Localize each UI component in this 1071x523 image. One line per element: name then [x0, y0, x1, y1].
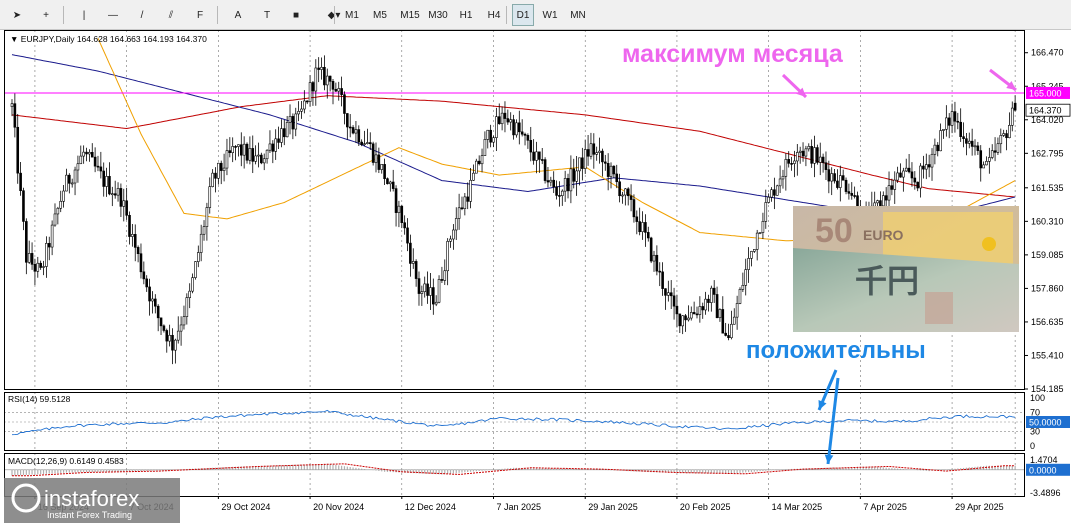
candle	[386, 177, 389, 185]
rsi-title: RSI(14) 59.5128	[8, 394, 71, 404]
cursor-tool-button[interactable]: ➤	[6, 4, 28, 26]
timeframe-h4-button[interactable]: H4	[482, 4, 506, 26]
symbol-title: ▼ EURJPY,Daily 164.628 164.663 164.193 1…	[10, 34, 207, 44]
date-tick-label: 14 Mar 2025	[772, 502, 823, 512]
price-tick-label: 161.535	[1031, 183, 1064, 193]
chart-area[interactable]: 50 EURO 千円 ▼ EURJPY,Daily 164.628 164.663 …	[0, 30, 1071, 523]
macd-title: MACD(12,26,9) 0.6149 0.4583	[8, 456, 124, 466]
timeframe-mn-button[interactable]: MN	[566, 4, 590, 26]
eur-jpy-banknotes-photo: 50 EURO 千円	[793, 206, 1019, 332]
price-tick-label: 157.860	[1031, 283, 1064, 293]
price-tick-label: 162.795	[1031, 148, 1064, 158]
timeframe-m1-button[interactable]: M1	[340, 4, 364, 26]
price-tick-label: 155.410	[1031, 350, 1064, 360]
monthly-high-annotation: максимум месяца	[622, 40, 844, 68]
candle	[844, 177, 848, 195]
horizontal-line-tool-button[interactable]: —	[102, 4, 124, 26]
candle	[371, 141, 375, 166]
timeframe-m15-button[interactable]: M15	[396, 4, 424, 26]
macd-tick-label: 1.4704	[1030, 455, 1058, 465]
instaforex-logo: instaforexInstant Forex Trading	[4, 478, 180, 523]
macd-tick-label: 0.0000	[1029, 465, 1057, 475]
candle	[475, 158, 478, 174]
toolbar-separator	[506, 6, 507, 24]
trendline-tool-button[interactable]: /	[131, 4, 153, 26]
candle	[437, 275, 441, 304]
current-price-label: 164.370	[1029, 106, 1062, 116]
date-tick-label: 20 Nov 2024	[313, 502, 364, 512]
positive-annotation: положительны	[746, 337, 926, 364]
level-165-label: 165.000	[1029, 88, 1062, 98]
candle	[738, 287, 742, 305]
date-tick-label: 12 Dec 2024	[405, 502, 456, 512]
timeframe-w1-button[interactable]: W1	[538, 4, 562, 26]
fibonacci-tool-button[interactable]: F	[189, 4, 211, 26]
euro-value-text: 50	[815, 212, 853, 250]
toolbar-separator	[217, 6, 218, 24]
price-tick-label: 160.310	[1031, 216, 1064, 226]
candle	[816, 144, 819, 165]
candle	[649, 236, 653, 264]
price-tick-label: 166.470	[1031, 48, 1064, 58]
euro-word-text: EURO	[863, 227, 904, 243]
toolbar: ➤+|—/⫽FAT■◆▾ M1M5M15M30H1H4D1W1MN	[0, 0, 1071, 30]
date-tick-label: 29 Jan 2025	[588, 502, 638, 512]
candle	[194, 261, 197, 280]
price-tick-label: 159.085	[1031, 250, 1064, 260]
candle	[775, 184, 779, 196]
timeframe-m5-button[interactable]: M5	[368, 4, 392, 26]
date-tick-label: 7 Jan 2025	[497, 502, 542, 512]
toolbar-separator	[63, 6, 64, 24]
rsi-tick-label: 100	[1030, 393, 1045, 403]
date-tick-label: 29 Apr 2025	[955, 502, 1004, 512]
timeframe-h1-button[interactable]: H1	[454, 4, 478, 26]
macd-tick-label: -3.4896	[1030, 488, 1061, 498]
rsi-tick-label: 70	[1030, 407, 1040, 417]
date-tick-label: 29 Oct 2024	[221, 502, 270, 512]
rsi-tick-label: 0	[1030, 441, 1035, 451]
toolbar-separator	[334, 6, 335, 24]
candle	[245, 142, 249, 164]
candle	[758, 232, 762, 235]
crosshair-tool-button[interactable]: +	[35, 4, 57, 26]
price-tick-label: 156.635	[1031, 317, 1064, 327]
text-tool-button[interactable]: A	[227, 4, 249, 26]
timeframe-m30-button[interactable]: M30	[424, 4, 452, 26]
yen-characters-text: 千円	[855, 263, 919, 299]
logo-wordmark: instaforex	[44, 486, 139, 511]
date-tick-label: 7 Apr 2025	[863, 502, 907, 512]
rectangle-tool-button[interactable]: ■	[285, 4, 307, 26]
date-tick-label: 20 Feb 2025	[680, 502, 731, 512]
euro-star-icon	[982, 237, 996, 251]
candle	[543, 157, 547, 184]
vertical-line-tool-button[interactable]: |	[73, 4, 95, 26]
yen-seal	[925, 292, 953, 324]
rsi-tick-label: 30	[1030, 427, 1040, 437]
text-label-tool-button[interactable]: T	[256, 4, 278, 26]
timeframe-d1-button[interactable]: D1	[512, 4, 534, 26]
logo-tagline: Instant Forex Trading	[47, 510, 132, 520]
equidistant-channel-tool-button[interactable]: ⫽	[160, 4, 182, 26]
